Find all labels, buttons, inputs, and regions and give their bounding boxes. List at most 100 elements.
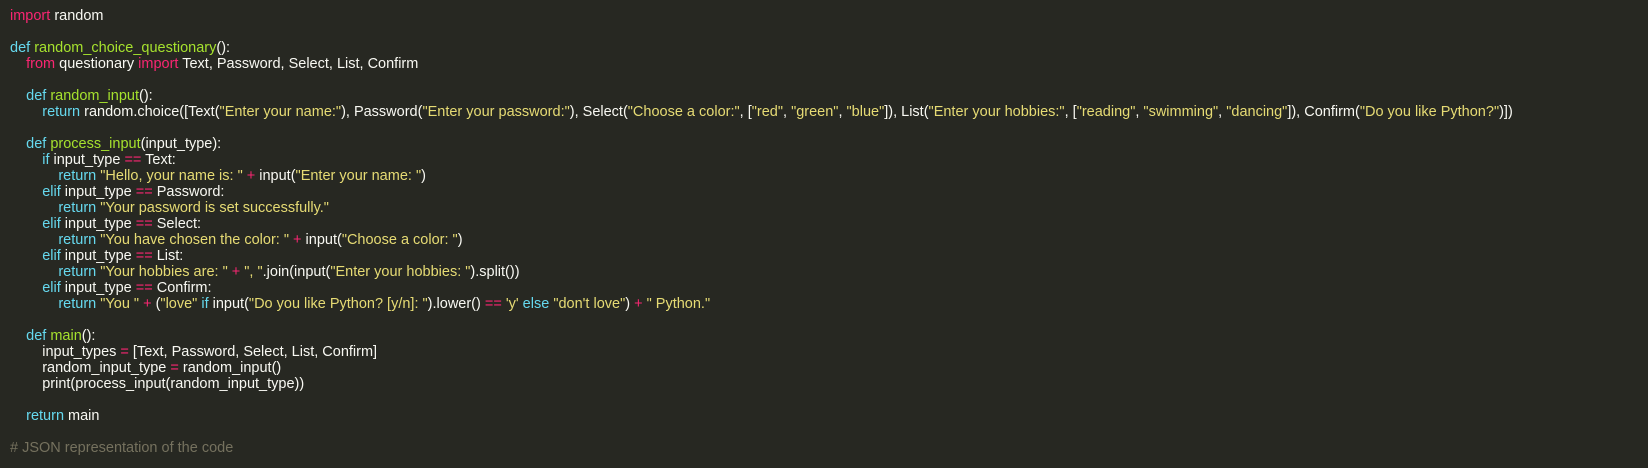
- code-token: ): [457, 232, 463, 248]
- code-token: ): [625, 296, 635, 312]
- code-token: questionary: [55, 56, 139, 72]
- code-token: return: [58, 296, 97, 312]
- code-token: ]), Confirm(: [1287, 104, 1360, 120]
- code-token: ), Password(: [341, 104, 423, 120]
- code-line: import random: [10, 8, 1638, 24]
- code-line: return main: [10, 408, 1638, 424]
- code-token: ), Select(: [569, 104, 628, 120]
- code-token: )]): [1499, 104, 1513, 120]
- code-token: elif: [42, 248, 61, 264]
- code-token: Text, Password, Select, List, Confirm: [178, 56, 419, 72]
- code-token: "dancing": [1226, 104, 1288, 120]
- code-editor[interactable]: import random def random_choice_questiona…: [0, 0, 1648, 468]
- code-token: input_type: [60, 280, 136, 296]
- code-token: Confirm:: [152, 280, 212, 296]
- code-token: "Your password is set successfully.": [100, 200, 329, 216]
- code-token: input_type: [49, 152, 125, 168]
- code-line: def random_choice_questionary():: [10, 40, 1638, 56]
- code-token: ==: [124, 152, 142, 168]
- code-token: +: [634, 296, 643, 312]
- code-line: from questionary import Text, Password, …: [10, 56, 1638, 72]
- code-token: ,: [838, 104, 847, 120]
- code-token: import: [138, 56, 179, 72]
- code-line: return "You have chosen the color: " + i…: [10, 232, 1638, 248]
- code-token: "reading": [1076, 104, 1136, 120]
- code-token: random_input_type: [10, 360, 171, 376]
- code-token: return: [58, 232, 97, 248]
- code-token: random_input: [50, 88, 139, 104]
- code-token: random_choice_questionary: [34, 40, 217, 56]
- code-token: "Hello, your name is: ": [100, 168, 243, 184]
- code-token: input(: [255, 168, 296, 184]
- code-token: elif: [42, 184, 61, 200]
- code-token: " Python.": [646, 296, 711, 312]
- code-token: ).split()): [470, 264, 520, 280]
- code-token: "swimming": [1143, 104, 1219, 120]
- code-token: ", ": [244, 264, 263, 280]
- code-token: def: [26, 88, 47, 104]
- code-token: Password:: [152, 184, 225, 200]
- code-token: , [: [1064, 104, 1077, 120]
- code-token: "Enter your name:": [219, 104, 342, 120]
- code-token: "Choose a color: ": [341, 232, 458, 248]
- code-line: random_input_type = random_input(): [10, 360, 1638, 376]
- code-token: ==: [135, 184, 153, 200]
- code-token: def: [26, 136, 47, 152]
- code-token: input_type: [60, 248, 136, 264]
- code-line: elif input_type == List:: [10, 248, 1638, 264]
- code-token: process_input: [50, 136, 141, 152]
- code-line: return "Your hobbies are: " + ", ".join(…: [10, 264, 1638, 280]
- code-token: return: [26, 408, 65, 424]
- code-token: return: [42, 104, 81, 120]
- code-token: elif: [42, 216, 61, 232]
- code-token: input_type: [60, 184, 136, 200]
- code-line: return "Your password is set successfull…: [10, 200, 1638, 216]
- code-token: , [: [739, 104, 752, 120]
- code-token: "blue": [846, 104, 885, 120]
- code-token: "Enter your hobbies:": [928, 104, 1065, 120]
- code-token: "don't love": [553, 296, 626, 312]
- code-line: elif input_type == Select:: [10, 216, 1638, 232]
- code-line: def process_input(input_type):: [10, 136, 1638, 152]
- code-token: return: [58, 168, 97, 184]
- code-token: "Do you like Python?": [1359, 104, 1500, 120]
- code-token: +: [143, 296, 152, 312]
- code-line: # JSON representation of the code: [10, 440, 1638, 456]
- code-token: import: [10, 8, 51, 24]
- code-token: =: [170, 360, 179, 376]
- code-token: else: [522, 296, 550, 312]
- code-line: def main():: [10, 328, 1638, 344]
- code-token: random: [50, 8, 104, 24]
- code-token: # JSON representation of the code: [10, 440, 234, 456]
- code-token: (input_type):: [140, 136, 222, 152]
- code-token: ==: [135, 248, 153, 264]
- code-token: ==: [135, 280, 153, 296]
- code-token: ():: [139, 88, 153, 104]
- code-token: +: [293, 232, 302, 248]
- code-token: ).lower(): [427, 296, 485, 312]
- code-token: print(process_input(random_input_type)): [10, 376, 305, 392]
- code-token: +: [231, 264, 241, 280]
- code-token: elif: [42, 280, 61, 296]
- code-line: return "Hello, your name is: " + input("…: [10, 168, 1638, 184]
- code-token: random.choice([Text(: [80, 104, 220, 120]
- code-token: "Enter your name: ": [295, 168, 422, 184]
- code-token: ():: [81, 328, 96, 344]
- code-token: ,: [783, 104, 792, 120]
- code-line: return "You " + ("love" if input("Do you…: [10, 296, 1638, 312]
- code-line: def random_input():: [10, 88, 1638, 104]
